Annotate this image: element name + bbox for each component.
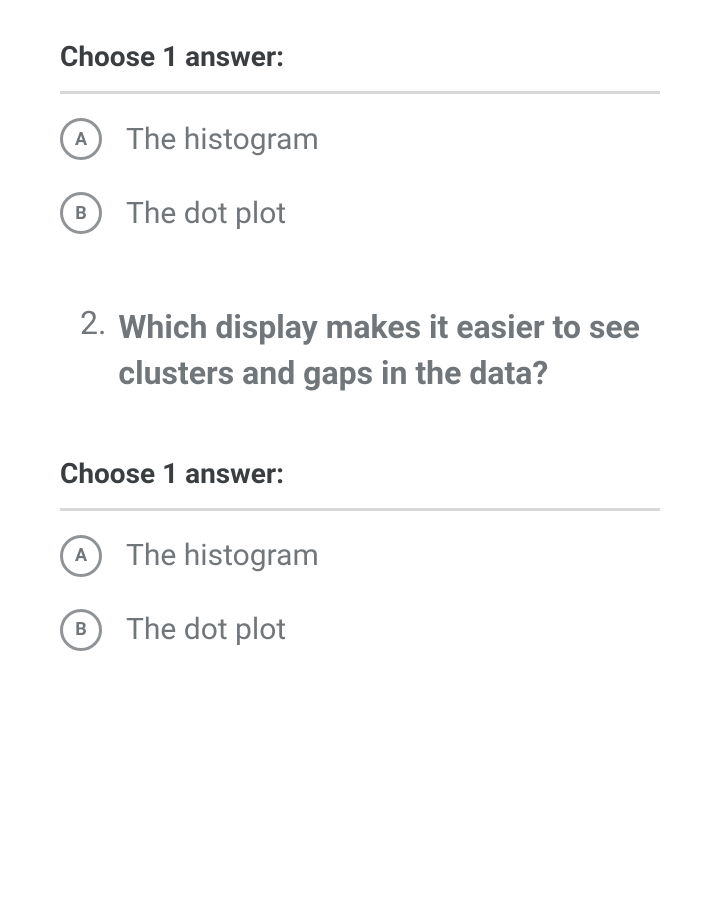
option-a-1[interactable]: A The histogram bbox=[60, 118, 660, 160]
option-letter-circle: B bbox=[60, 192, 102, 234]
option-b-1[interactable]: B The dot plot bbox=[60, 192, 660, 234]
option-letter-circle: A bbox=[60, 118, 102, 160]
question-2-block: 2. Which display makes it easier to see … bbox=[60, 304, 660, 397]
option-label: The dot plot bbox=[126, 196, 286, 231]
option-letter-circle: A bbox=[60, 535, 102, 577]
option-a-2[interactable]: A The histogram bbox=[60, 535, 660, 577]
option-label: The dot plot bbox=[126, 612, 286, 647]
choose-answer-prompt-1: Choose 1 answer: bbox=[60, 40, 660, 73]
choose-answer-prompt-2: Choose 1 answer: bbox=[60, 457, 660, 490]
question-number: 2. bbox=[80, 304, 106, 397]
option-label: The histogram bbox=[126, 122, 319, 157]
option-b-2[interactable]: B The dot plot bbox=[60, 609, 660, 651]
option-letter-circle: B bbox=[60, 609, 102, 651]
divider-2 bbox=[60, 508, 660, 511]
question-text: Which display makes it easier to see clu… bbox=[118, 304, 660, 397]
divider-1 bbox=[60, 91, 660, 94]
option-label: The histogram bbox=[126, 538, 319, 573]
